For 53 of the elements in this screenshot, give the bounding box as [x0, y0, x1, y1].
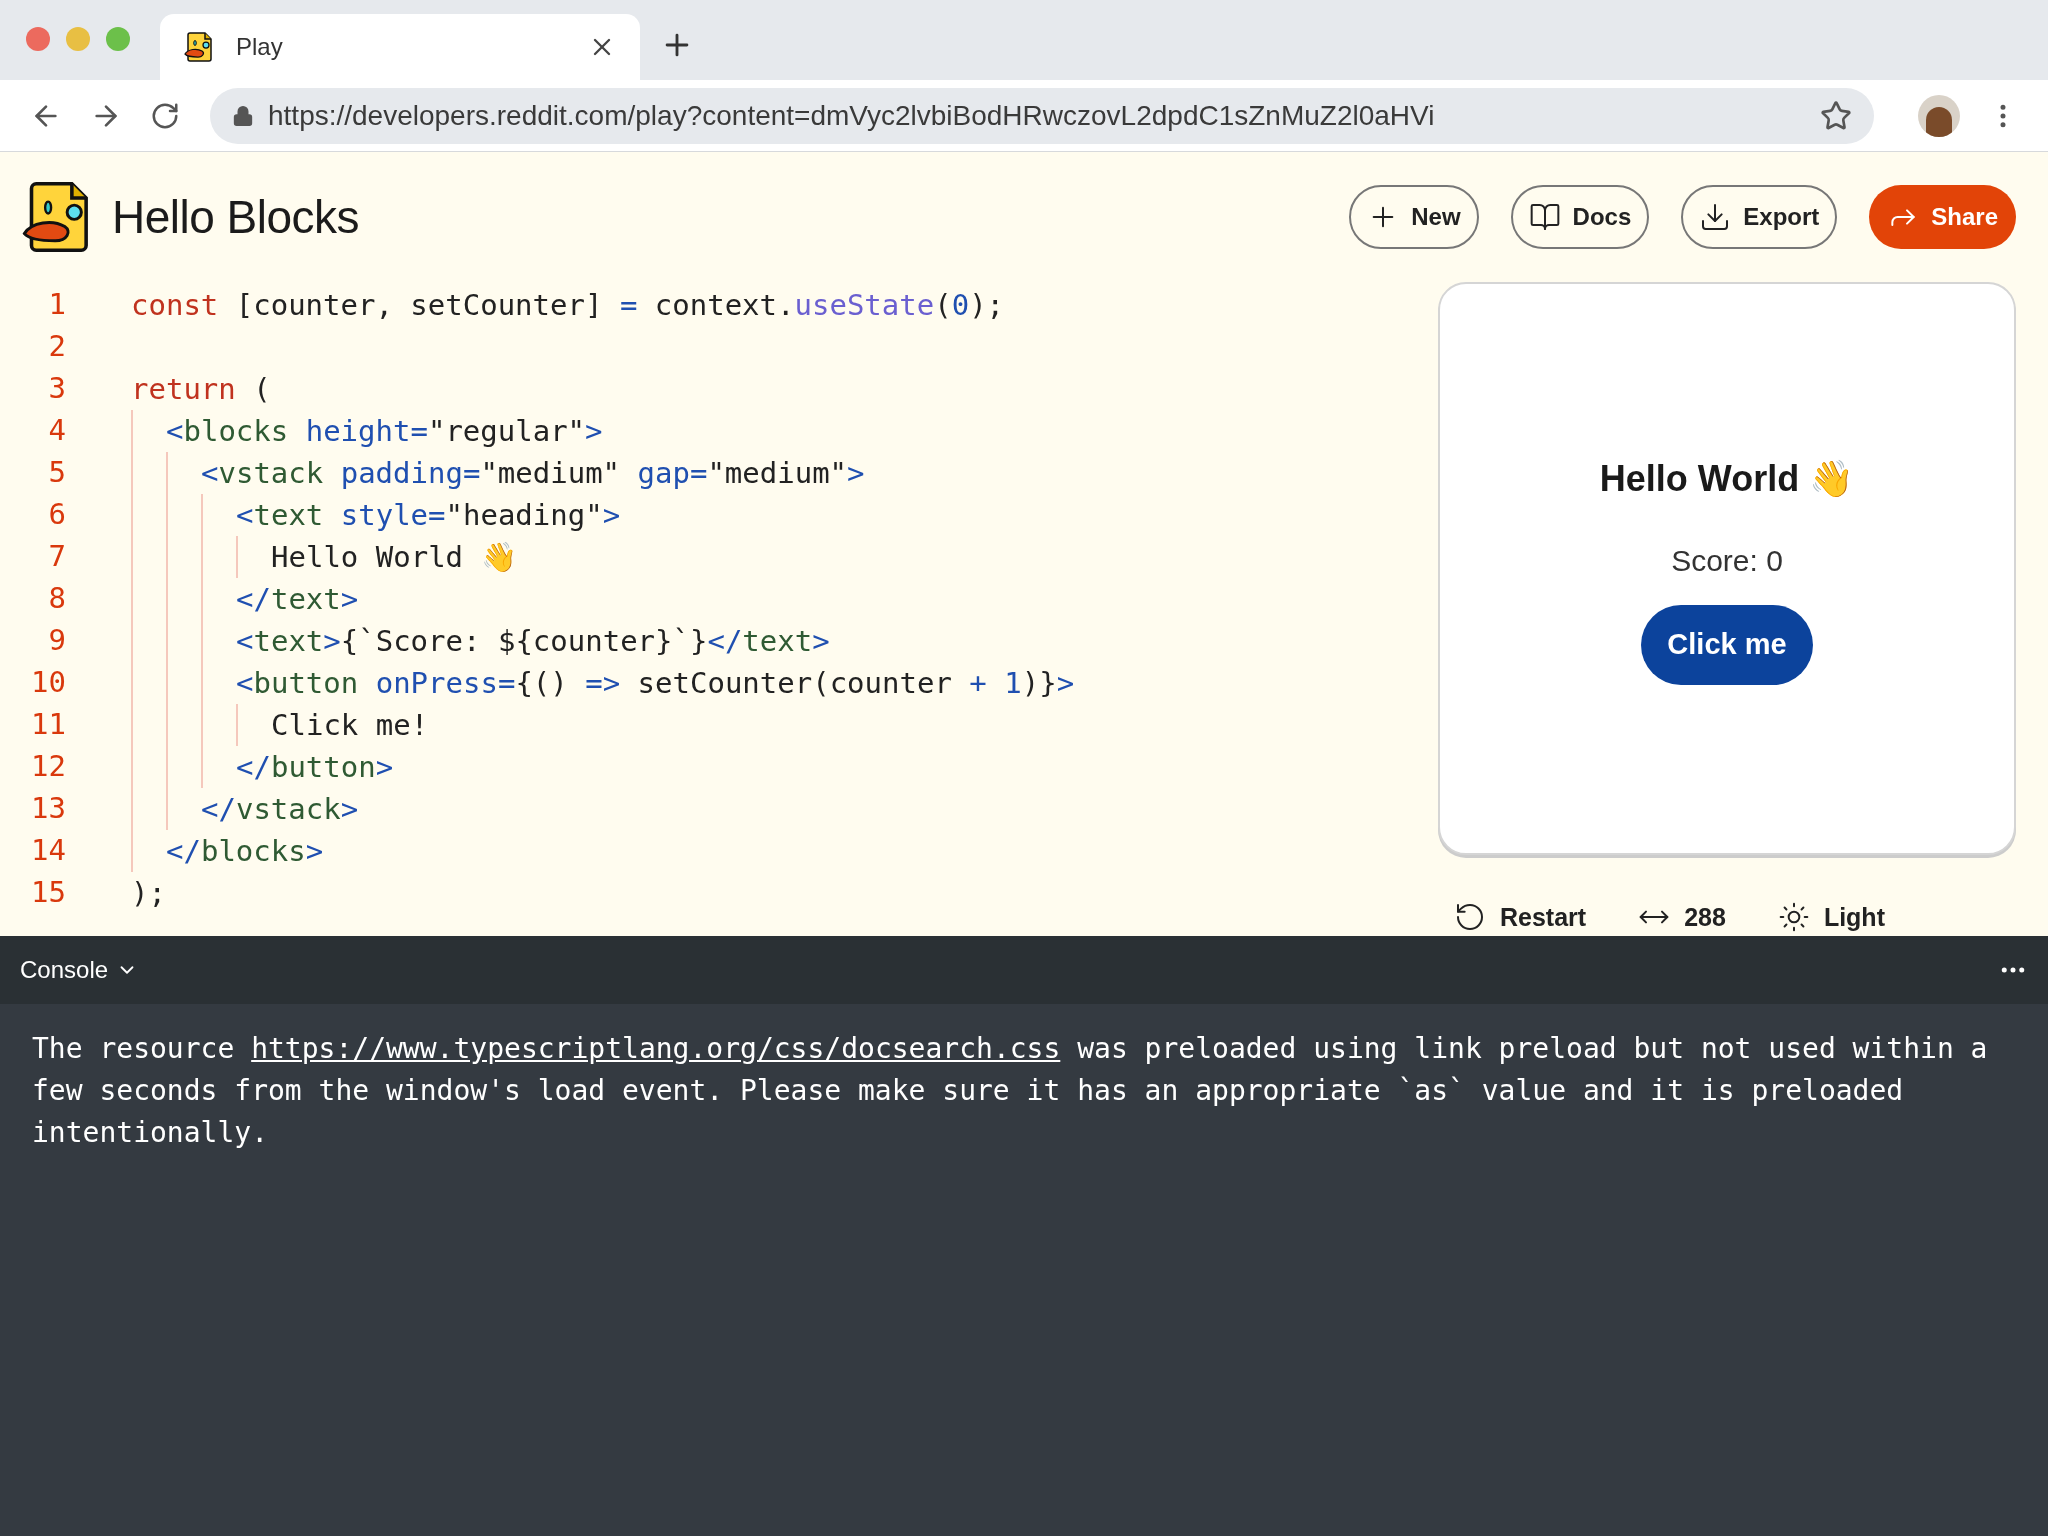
line-number: 7 — [47, 538, 66, 576]
resource-link[interactable]: https://www.typescriptlang.org/css/docsearch.css — [251, 1032, 1061, 1065]
address-bar[interactable]: https://developers.reddit.com/play?content=dmVyc2lvbiBodHRwczovL2dpdC1sZnMuZ2l0aHVi — [210, 87, 1874, 144]
code-line: <text style="heading"> — [236, 497, 621, 534]
code-line: <blocks height="regular"> — [166, 413, 603, 450]
click-me-button[interactable]: Click me — [1641, 604, 1813, 685]
code-line: </text> — [236, 581, 359, 618]
line-number: 4 — [47, 412, 66, 450]
score-text: Score: 0 — [1671, 542, 1783, 579]
restart-control[interactable]: Restart — [1454, 898, 1587, 936]
theme-control[interactable]: Light — [1777, 898, 1885, 936]
line-number: 14 — [30, 832, 66, 870]
code-line: Click me! — [271, 707, 429, 744]
code-line: <button onPress={() => setCounter(counter + 1)}> — [236, 665, 1075, 702]
line-number: 15 — [30, 874, 66, 912]
url-text: https://developers.reddit.com/play?content=dmVyc2lvbiBodHRwczovL2dpdC1sZnMuZ2l0aHVi — [268, 98, 1436, 133]
code-line: ); — [131, 875, 166, 912]
line-number: 1 — [47, 286, 66, 324]
preview-heading: Hello World 👋 — [1599, 456, 1855, 501]
width-control[interactable]: 288 — [1638, 898, 1726, 936]
code-line: </button> — [236, 749, 394, 786]
new-button[interactable]: New — [1349, 185, 1479, 249]
code-line: return ( — [131, 371, 271, 408]
app-title: Hello Blocks — [112, 189, 361, 245]
line-number: 3 — [47, 370, 66, 408]
line-number: 6 — [47, 496, 66, 534]
line-number: 10 — [30, 664, 66, 702]
line-number: 8 — [47, 580, 66, 618]
lock-icon — [232, 104, 254, 127]
browser-tab[interactable]: Play — [160, 14, 640, 80]
code-line: </vstack> — [201, 791, 359, 828]
tab-title: Play — [236, 32, 284, 62]
console-message: The resource https://www.typescriptlang.org/css/docsearch.css was preloaded using link preload but not used within a few seconds from the window's load event. Please make sure it has an appropriate `as` value and it is preloaded intentionally. — [31, 1031, 1989, 1151]
export-button[interactable]: Export — [1681, 185, 1838, 249]
sun-icon — [1777, 901, 1810, 934]
line-number: 13 — [30, 790, 66, 828]
profile-avatar[interactable] — [1918, 94, 1960, 137]
console-dropdown[interactable]: Console — [20, 952, 139, 988]
code-line: <text>{`Score: ${counter}`}</text> — [236, 623, 830, 660]
line-number: 5 — [47, 454, 66, 492]
line-number: 9 — [47, 622, 66, 660]
code-line: </blocks> — [166, 833, 324, 870]
docs-icon — [1528, 201, 1561, 233]
line-number: 2 — [47, 328, 66, 366]
share-button[interactable]: Share — [1869, 185, 2016, 249]
line-number: 12 — [30, 748, 66, 786]
code-line: <vstack padding="medium" gap="medium"> — [201, 455, 865, 492]
docs-button[interactable]: Docs — [1510, 185, 1650, 249]
close-window-icon[interactable] — [26, 27, 50, 51]
line-number: 11 — [30, 706, 66, 744]
bookmark-star-icon[interactable] — [1820, 99, 1852, 132]
code-line: Hello World 👋 — [271, 539, 517, 576]
code-line: const [counter, setCounter] = context.useState(0); — [131, 287, 1005, 324]
